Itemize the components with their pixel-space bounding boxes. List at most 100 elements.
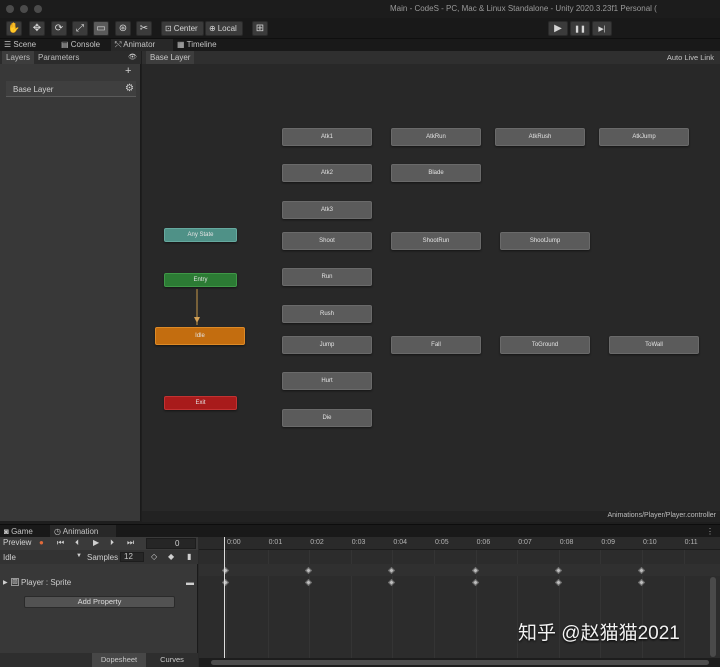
play-button[interactable]: ▶: [548, 21, 568, 36]
sprite-keyframe[interactable]: [305, 578, 313, 587]
title-bar: Main - CodeS - PC, Mac & Linux Standalon…: [0, 0, 720, 18]
add-event-icon[interactable]: ◆: [168, 552, 174, 561]
eye-icon[interactable]: 👁: [128, 53, 137, 61]
tab-curves[interactable]: Curves: [146, 653, 198, 667]
ruler-label: 0:00: [227, 539, 241, 546]
state-hurt[interactable]: Hurt: [282, 372, 372, 390]
expand-arrow-icon[interactable]: ▶: [3, 579, 8, 586]
scroll-thumb[interactable]: [211, 660, 709, 665]
property-row[interactable]: ▶ ▨ Player : Sprite ▬: [0, 577, 198, 589]
state-atk3[interactable]: Atk3: [282, 201, 372, 219]
layer-row-base[interactable]: Base Layer ⚙: [6, 81, 136, 97]
ruler-label: 0:10: [643, 539, 657, 546]
state-shoot[interactable]: Shoot: [282, 232, 372, 250]
hand-tool-button[interactable]: ✋: [6, 21, 22, 36]
pause-icon: ❚❚: [574, 25, 586, 33]
state-jump[interactable]: Jump: [282, 336, 372, 354]
state-any-state[interactable]: Any State: [164, 228, 237, 242]
watermark: 知乎 @赵猫猫2021: [518, 623, 680, 644]
state-run[interactable]: Run: [282, 268, 372, 286]
state-toground[interactable]: ToGround: [500, 336, 590, 354]
state-fall[interactable]: Fall: [391, 336, 481, 354]
frame-input[interactable]: 0: [146, 538, 196, 549]
ruler-label: 0:03: [351, 539, 366, 546]
sprite-keyframe[interactable]: [388, 578, 396, 587]
ruler-label: 0:05: [435, 539, 449, 546]
ruler-label: 0:11: [684, 539, 698, 546]
rotate-tool-button[interactable]: ⟳: [51, 21, 67, 36]
time-ruler[interactable]: 0:00 0:01 0:02 0:03 0:04 0:05 0:06 0:07 0:08 0:09…: [199, 537, 720, 550]
pause-button[interactable]: ❚❚: [570, 21, 590, 36]
transform-tool-button[interactable]: ⊛: [115, 21, 131, 36]
chevron-down-icon[interactable]: ▼: [76, 553, 82, 559]
custom-tool-button[interactable]: ✂: [136, 21, 152, 36]
event-marker-icon[interactable]: ▮: [187, 552, 191, 561]
state-atk2[interactable]: Atk2: [282, 164, 372, 182]
rect-tool-button[interactable]: ▭: [93, 21, 109, 36]
play-icon[interactable]: ▶: [93, 538, 99, 547]
sprite-keyframe[interactable]: [471, 578, 479, 587]
state-towall[interactable]: ToWall: [609, 336, 699, 354]
playhead[interactable]: [224, 537, 225, 660]
minimize-window-button[interactable]: [20, 5, 28, 13]
sprite-keyframe[interactable]: [637, 578, 646, 587]
layer-name: Base Layer: [13, 85, 54, 94]
add-property-button[interactable]: Add Property: [24, 596, 175, 608]
step-icon: ▶|: [598, 25, 606, 33]
preview-toggle[interactable]: Preview: [3, 538, 31, 547]
state-atkrush[interactable]: AtkRush: [495, 128, 585, 146]
sprite-keyframe[interactable]: [554, 578, 562, 587]
state-atkjump[interactable]: AtkJump: [599, 128, 689, 146]
state-exit[interactable]: Exit: [164, 396, 237, 410]
tab-animator-label: Animator: [123, 40, 156, 49]
dopesheet-timeline[interactable]: 0:00 0:01 0:02 0:03 0:04 0:05 0:06 0:07 0:08 0:09…: [199, 537, 720, 667]
pivot-center-toggle[interactable]: ⊡ Center: [161, 21, 204, 36]
add-layer-button[interactable]: +: [125, 65, 131, 77]
state-atkrun[interactable]: AtkRun: [391, 128, 481, 146]
tab-timeline[interactable]: ▦ Timeline: [173, 39, 233, 51]
tab-game-label: Game: [11, 527, 33, 536]
prev-key-icon[interactable]: ⏴: [75, 538, 79, 548]
tab-dopesheet[interactable]: Dopesheet: [92, 653, 146, 667]
add-keyframe-icon[interactable]: ◇: [151, 552, 157, 561]
samples-label: Samples: [87, 553, 119, 562]
state-idle[interactable]: Idle: [155, 327, 245, 345]
close-window-button[interactable]: [6, 5, 14, 13]
pivot-local-toggle[interactable]: ⊕ Local: [205, 21, 243, 36]
pivot-icon: ⊡: [165, 24, 172, 33]
property-options-icon[interactable]: ▬: [186, 578, 194, 587]
last-key-icon[interactable]: ⏭: [127, 538, 134, 548]
tab-scene[interactable]: ☰ Scene: [0, 39, 57, 51]
tab-parameters[interactable]: Parameters: [34, 51, 83, 64]
state-die[interactable]: Die: [282, 409, 372, 427]
next-key-icon[interactable]: ⏵: [110, 538, 114, 548]
state-blade[interactable]: Blade: [391, 164, 481, 182]
tab-animator[interactable]: ⤲ Animator: [111, 39, 173, 51]
record-icon[interactable]: ●: [39, 538, 44, 547]
step-button[interactable]: ▶|: [592, 21, 612, 36]
vertical-scrollbar[interactable]: [710, 577, 716, 657]
center-label: Center: [173, 24, 198, 33]
local-label: Local: [217, 24, 237, 33]
more-options-icon[interactable]: ⋮: [706, 527, 714, 536]
state-shootjump[interactable]: ShootJump: [500, 232, 590, 250]
state-entry[interactable]: Entry: [164, 273, 237, 287]
first-key-icon[interactable]: ⏮: [57, 538, 64, 548]
scale-tool-button[interactable]: ⤢: [72, 21, 88, 36]
tab-layers[interactable]: Layers: [2, 51, 35, 64]
clip-dropdown[interactable]: Idle: [3, 553, 16, 562]
hand-icon: ✋: [7, 23, 21, 34]
move-icon: ✥: [32, 23, 42, 34]
samples-input[interactable]: 12: [120, 552, 144, 562]
tab-console[interactable]: ▤ Console: [57, 39, 111, 51]
state-shootrun[interactable]: ShootRun: [391, 232, 481, 250]
move-tool-button[interactable]: ✥: [29, 21, 45, 36]
gear-icon[interactable]: ⚙: [125, 83, 134, 94]
zoom-window-button[interactable]: [34, 5, 42, 13]
state-rush[interactable]: Rush: [282, 305, 372, 323]
console-icon: ▤: [61, 40, 71, 49]
horizontal-scrollbar[interactable]: [199, 658, 720, 667]
animator-graph[interactable]: Base Layer Auto Live Link Atk1 AtkRun At…: [142, 51, 720, 522]
state-atk1[interactable]: Atk1: [282, 128, 372, 146]
grid-snap-button[interactable]: ⊞: [252, 21, 268, 36]
